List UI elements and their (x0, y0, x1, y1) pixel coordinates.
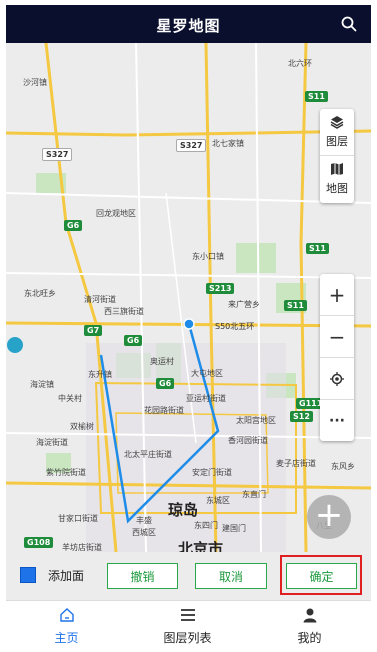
map-label: 东升镇 (88, 370, 112, 379)
more-button[interactable]: ··· (320, 400, 354, 441)
tab-layer-list[interactable]: 图层列表 (127, 601, 248, 647)
map-canvas[interactable]: 沙河镇 北六环 北七家镇 回龙观地区 东小口镇 东北旺乡 清河街道 西三旗街道 … (6, 43, 371, 552)
map-label: 东小口镇 (192, 252, 224, 261)
zoom-out-button[interactable]: − (320, 316, 354, 358)
map-label: 东直门 (242, 490, 266, 499)
route-shield: S327 (176, 139, 207, 152)
map-label: 亚运村街道 (186, 394, 226, 403)
route-shield: S12 (290, 411, 313, 422)
map-label: 东风乡 (331, 462, 355, 471)
map-label: 双榆树 (70, 422, 94, 431)
app-title: 星罗地图 (156, 17, 221, 35)
tab-mine[interactable]: 我的 (249, 601, 370, 647)
draw-toolbar: 添加面 撤销 取消 确定 (6, 552, 371, 600)
map-label: 来广营乡 (228, 300, 260, 309)
route-shield: S11 (284, 300, 307, 311)
map-label: 西三旗街道 (104, 307, 144, 316)
map-label: 海淀镇 (30, 380, 54, 389)
route-shield: S327 (42, 148, 73, 161)
map-icon (331, 163, 343, 175)
map-label: 花园路街道 (144, 406, 184, 415)
route-shield: G6 (156, 378, 175, 389)
map-label: 东城区 (206, 496, 230, 505)
map-label: 清河街道 (84, 295, 116, 304)
list-icon (180, 609, 195, 621)
tab-home-label: 主页 (54, 631, 79, 645)
cancel-button[interactable]: 取消 (195, 563, 267, 589)
polygon-swatch-icon (20, 567, 36, 583)
draw-mode-label: 添加面 (48, 569, 85, 583)
map-label: 大屯地区 (191, 369, 223, 378)
map-label: 中关村 (58, 394, 82, 403)
bottom-tab-bar: 主页 图层列表 我的 (6, 600, 371, 647)
locate-button[interactable] (320, 358, 354, 400)
zoom-in-button[interactable]: + (320, 274, 354, 316)
layer-button[interactable]: 图层 (320, 109, 354, 155)
map-label: 麦子店街道 (276, 459, 316, 468)
map-label: 丰盛 (136, 516, 152, 525)
confirm-highlight (280, 555, 362, 595)
locate-icon (330, 371, 344, 386)
map-label: 建国门 (222, 524, 246, 533)
map-type-button[interactable]: 地图 (320, 156, 354, 202)
tab-layer-list-label: 图层列表 (163, 631, 212, 645)
tab-home[interactable]: 主页 (6, 601, 127, 647)
map-label: 香河园街道 (228, 436, 268, 445)
map-label: 沙河镇 (23, 78, 47, 87)
route-shield: S213 (206, 283, 235, 294)
map-label-beijing: 北京市 (178, 540, 224, 552)
tab-mine-label: 我的 (297, 631, 322, 645)
add-fab-button[interactable]: + (307, 495, 351, 539)
map-label: 紫竹院街道 (46, 468, 86, 477)
home-icon (59, 608, 74, 622)
map-label: 东北旺乡 (24, 289, 56, 298)
header-bar: 星罗地图 (6, 5, 371, 43)
map-label: 地图 (326, 182, 348, 195)
route-shield: G108 (24, 537, 54, 548)
route-shield: S11 (305, 91, 328, 102)
map-label: 北太平庄街道 (124, 450, 172, 459)
route-shield: G6 (124, 335, 143, 346)
layer-control: 图层 地图 (320, 109, 354, 203)
search-icon[interactable] (341, 16, 357, 32)
map-label: 西城区 (132, 528, 156, 537)
map-label: 奥运村 (150, 357, 174, 366)
map-label-qiongdao: 琼岛 (168, 501, 199, 519)
user-icon (303, 608, 316, 623)
map-label: S50北五环 (215, 322, 255, 331)
undo-button[interactable]: 撤销 (107, 563, 178, 589)
layer-label: 图层 (326, 135, 348, 148)
map-label: 东四门 (194, 521, 218, 530)
map-label: 回龙观地区 (96, 209, 136, 218)
map-label: 羊坊店街道 (62, 543, 102, 552)
zoom-control: + − ··· (320, 274, 354, 441)
map-label: 甘家口街道 (58, 514, 98, 523)
map-label: 太阳宫地区 (236, 416, 276, 425)
app-frame: 星罗地图 沙河镇 北六环 北七家镇 回龙观地区 东小口镇 东北旺乡 清河街道 西… (6, 5, 371, 647)
route-shield: S11 (306, 243, 329, 254)
map-label: 北七家镇 (212, 139, 244, 148)
map-label: 北六环 (288, 59, 312, 68)
layers-icon (330, 116, 344, 129)
map-label: 安定门街道 (192, 468, 232, 477)
route-shield: G6 (64, 220, 83, 231)
map-label: 海淀街道 (36, 438, 68, 447)
route-shield: G7 (84, 325, 103, 336)
